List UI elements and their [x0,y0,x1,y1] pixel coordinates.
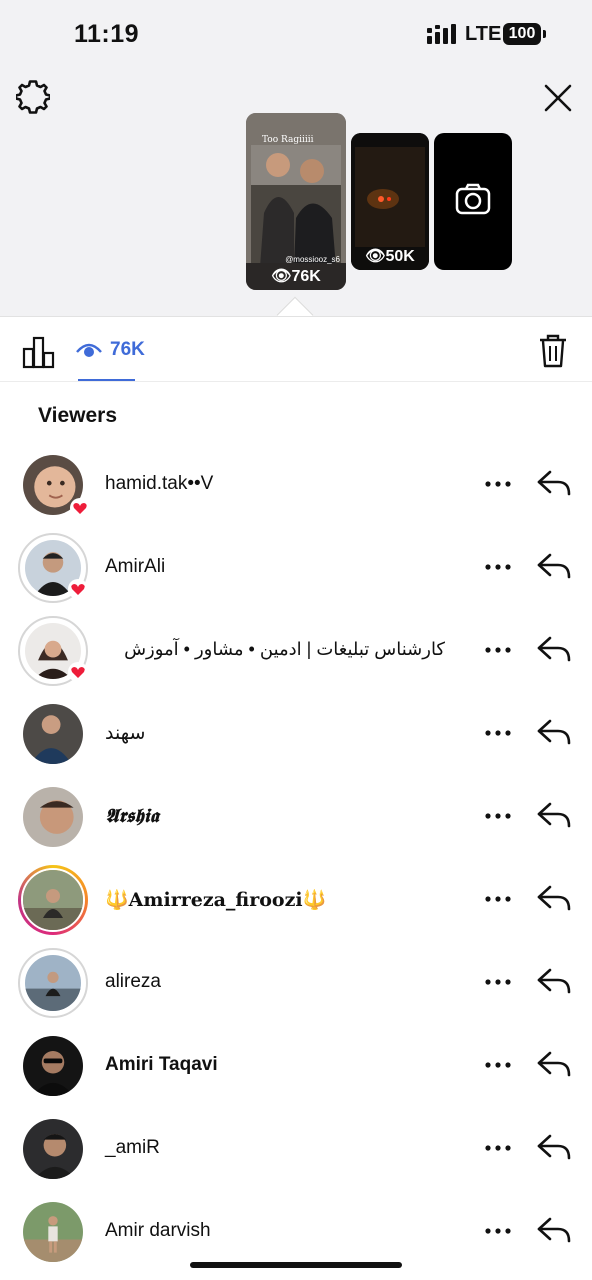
viewer-username[interactable]: hamid.tak••V [105,473,213,495]
views-tab[interactable]: 76K [76,337,145,383]
viewer-row[interactable]: _amiR [0,1114,592,1197]
avatar[interactable] [18,948,88,1018]
avatar[interactable] [18,533,88,603]
viewer-username[interactable]: کارشناس تبلیغات | ادمین • مشاور • آموزش [105,639,445,660]
heart-icon [68,579,88,599]
reply-arrow-icon[interactable] [536,551,572,581]
reply-arrow-icon[interactable] [536,800,572,830]
more-options-icon[interactable] [484,1058,512,1072]
more-options-icon[interactable] [484,560,512,574]
signal-icon [427,24,456,44]
network-type: LTE [465,23,502,45]
battery-icon: 100 [503,23,541,45]
avatar-photo [21,702,85,766]
avatar-photo [23,953,83,1013]
story-thumbnail-selected[interactable]: Too Ragiiiii @mossiooz_s6 👁76K [246,113,346,290]
battery-tip [543,30,546,38]
viewer-username[interactable]: Amiri Taqavi [105,1054,218,1076]
heart-icon [68,662,88,682]
viewer-row[interactable]: سهند [0,699,592,782]
avatar[interactable] [18,616,88,686]
viewers-heading: Viewers [38,404,118,427]
status-time: 11:19 [74,20,140,48]
avatar-photo [21,1034,85,1098]
avatar[interactable] [18,1114,88,1184]
settings-gear-icon[interactable] [16,80,50,114]
avatar-with-story-ring[interactable] [18,865,88,935]
avatar[interactable] [18,782,88,852]
avatar[interactable] [18,450,90,520]
story-preview-panel: 11:19 LTE 100 Too Ragiiiii @mossiooz_s6 [0,0,592,316]
more-options-icon[interactable] [484,809,512,823]
insights-tab-bar: 76K [0,316,592,382]
reply-arrow-icon[interactable] [536,1049,572,1079]
viewer-username[interactable]: 🔱Amirreza_firoozi🔱 [105,888,326,911]
reply-arrow-icon[interactable] [536,468,572,498]
close-icon[interactable] [540,80,576,116]
more-options-icon[interactable] [484,1141,512,1155]
avatar-photo [21,868,85,932]
avatar-photo [21,1117,85,1181]
viewer-username[interactable]: _amiR [105,1137,160,1159]
eye-icon [76,343,102,357]
eye-icon: 👁 [271,268,292,285]
reply-arrow-icon[interactable] [536,1132,572,1162]
more-options-icon[interactable] [484,1224,512,1238]
avatar-photo [21,785,85,849]
viewer-row[interactable]: alireza [0,948,592,1031]
viewer-username[interactable]: سهند [105,722,145,745]
reply-arrow-icon[interactable] [536,1215,572,1245]
story-caption: Too Ragiiiii [262,135,314,145]
camera-icon [455,183,491,215]
views-tab-count: 76K [110,339,145,360]
viewer-username[interactable]: AmirAli [105,556,165,578]
more-options-icon[interactable] [484,975,512,989]
add-story-camera-tile[interactable] [434,133,512,270]
reply-arrow-icon[interactable] [536,883,572,913]
viewer-row[interactable]: 𝕬𝖗𝖘𝖍𝖎𝖆 [0,782,592,865]
story-view-count: 👁76K [271,268,321,285]
avatar-photo [21,1200,85,1264]
more-options-icon[interactable] [484,477,512,491]
viewer-row[interactable]: 🔱Amirreza_firoozi🔱 [0,865,592,948]
more-options-icon[interactable] [484,892,512,906]
reply-arrow-icon[interactable] [536,966,572,996]
viewer-row[interactable]: AmirAli [0,533,592,616]
avatar[interactable] [18,1197,88,1267]
home-indicator [190,1262,402,1268]
avatar[interactable] [18,1031,88,1101]
eye-icon: 👁 [365,248,386,265]
viewer-row[interactable]: کارشناس تبلیغات | ادمین • مشاور • آموزش [0,616,592,699]
story-mention-tag: @mossiooz_s6 [285,255,340,264]
viewer-username[interactable]: Amir darvish [105,1220,211,1242]
story-thumbnail[interactable]: 👁50K [351,133,429,270]
viewer-row[interactable]: hamid.tak••V [0,450,592,533]
viewer-username[interactable]: 𝕬𝖗𝖘𝖍𝖎𝖆 [105,805,159,827]
viewer-username[interactable]: alireza [105,971,161,993]
bar-chart-icon[interactable] [22,335,56,369]
avatar[interactable] [18,699,88,769]
active-tab-underline [78,379,135,381]
viewer-row[interactable]: Amiri Taqavi [0,1031,592,1114]
more-options-icon[interactable] [484,726,512,740]
more-options-icon[interactable] [484,643,512,657]
reply-arrow-icon[interactable] [536,634,572,664]
reply-arrow-icon[interactable] [536,717,572,747]
heart-icon [70,498,90,518]
trash-icon[interactable] [538,333,568,369]
story-view-count: 👁50K [365,248,415,265]
